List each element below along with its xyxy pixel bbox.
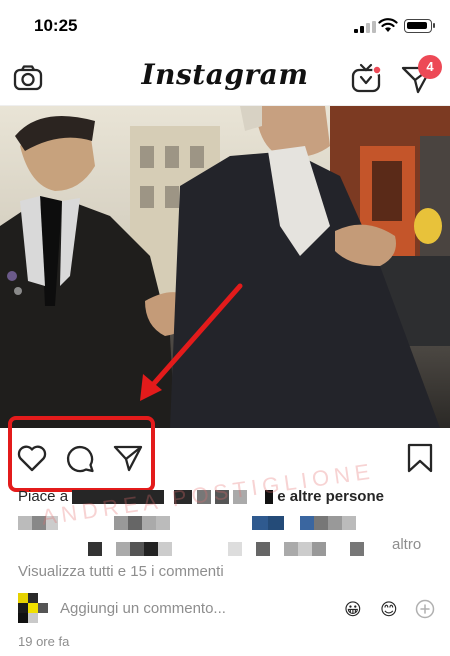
bookmark-icon[interactable] xyxy=(404,442,436,474)
view-all-comments-link[interactable]: Visualizza tutti e 15 i commenti xyxy=(18,563,224,580)
wifi-icon xyxy=(378,18,398,32)
avatar xyxy=(18,593,48,623)
instagram-logo: Instagram xyxy=(141,58,309,91)
igtv-icon[interactable] xyxy=(350,62,382,94)
notification-badge: 4 xyxy=(418,55,442,79)
post-photo[interactable] xyxy=(0,106,450,428)
add-comment-input[interactable]: Aggiungi un commento... xyxy=(60,600,226,617)
status-bar: 10:25 xyxy=(0,0,450,50)
status-time: 10:25 xyxy=(34,16,78,35)
cellular-signal-icon xyxy=(354,21,376,33)
battery-icon xyxy=(404,19,435,33)
caption-more-link[interactable]: altro xyxy=(392,536,421,553)
emoji-grinning-button[interactable]: 😀 xyxy=(344,600,362,620)
top-navigation-bar: Instagram xyxy=(0,50,450,106)
annotation-highlight-box xyxy=(8,416,155,492)
emoji-smiling-button[interactable]: 😊 xyxy=(380,600,398,620)
post-timestamp: 19 ore fa xyxy=(18,634,70,649)
add-emoji-icon[interactable] xyxy=(414,598,436,620)
